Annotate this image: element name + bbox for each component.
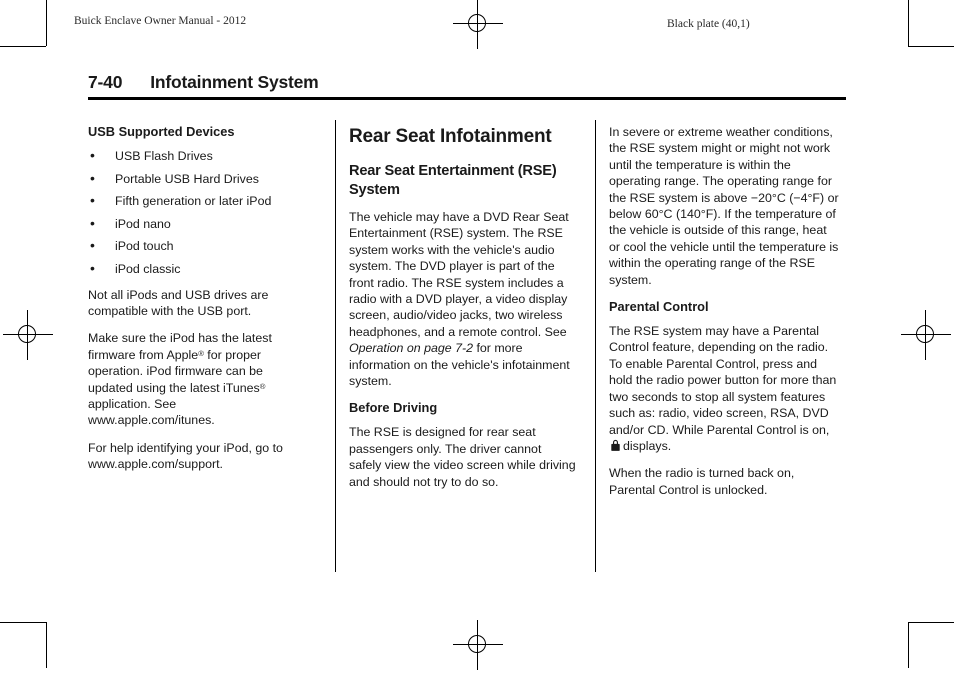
bullet-icon: • [90,192,95,208]
column-three: In severe or extreme weather conditions,… [609,124,841,498]
registration-vertical-line [925,310,926,360]
list-item: • iPod classic [88,259,304,277]
running-head-right: Black plate (40,1) [667,18,750,30]
parental-control-heading: Parental Control [609,299,709,315]
column-divider-1 [335,120,336,572]
crop-mark-top-right-vertical [908,0,909,46]
bullet-icon: • [90,237,95,253]
crop-mark-top-right-horizontal [908,46,954,47]
registration-horizontal-line [901,334,951,335]
page-title: 7-40 Infotainment System [88,72,848,93]
ipod-firmware-text-c: application. See www.apple.com/itunes. [88,396,215,428]
list-item: • Portable USB Hard Drives [88,169,304,187]
registration-mark-top [449,0,507,53]
registered-trademark-icon: ® [259,381,266,391]
crop-mark-top-left-horizontal [0,46,46,47]
list-item-label: Fifth generation or later iPod [115,194,272,208]
column-one: USB Supported Devices • USB Flash Drives… [88,124,304,473]
cross-reference-link[interactable]: Operation on page 7‑2 [349,341,473,355]
weather-conditions-paragraph: In severe or extreme weather conditions,… [609,125,839,287]
bullet-icon: • [90,214,95,231]
list-item-label: iPod classic [115,261,181,276]
registration-mark-bottom [449,616,507,674]
list-item: • Fifth generation or later iPod [88,192,304,209]
list-item: • USB Flash Drives [88,147,304,164]
registration-vertical-line [477,620,478,670]
list-item-label: iPod touch [115,239,174,253]
page-number: 7-40 [88,72,123,92]
page-title-rule [88,97,846,100]
before-driving-heading: Before Driving [349,400,438,416]
before-driving-paragraph: The RSE is designed for rear seat passen… [349,425,576,489]
list-item: • iPod nano [88,214,304,232]
usb-compatibility-paragraph: Not all iPods and USB drives are compati… [88,287,269,318]
list-item: • iPod touch [88,237,304,254]
ipod-firmware-paragraph: Make sure the iPod has the latest firmwa… [88,330,304,428]
registration-mark-left [0,306,57,364]
parental-control-text-b: displays. [623,438,672,453]
rse-overview-paragraph: The vehicle may have a DVD Rear Seat Ent… [349,209,577,389]
lock-icon [610,439,621,452]
bullet-icon: • [90,169,95,186]
crop-mark-bottom-left-horizontal [0,622,46,623]
usb-supported-devices-list: • USB Flash Drives • Portable USB Hard D… [88,147,304,277]
column-two: Rear Seat Infotainment Rear Seat Enterta… [349,124,577,490]
usb-supported-devices-heading: USB Supported Devices [88,124,235,139]
rse-overview-text-a: The vehicle may have a DVD Rear Seat Ent… [349,210,569,339]
list-item-label: iPod nano [115,216,171,231]
registration-horizontal-line [3,334,53,335]
parental-unlock-paragraph: When the radio is turned back on, Parent… [609,466,795,497]
column-divider-2 [595,120,596,572]
page-title-text: Infotainment System [150,72,319,92]
crop-mark-bottom-left-vertical [46,622,47,668]
registration-mark-right [897,306,954,364]
bullet-icon: • [90,147,95,163]
running-head-left: Buick Enclave Owner Manual - 2012 [74,15,247,27]
registration-vertical-line [27,310,28,360]
ipod-help-paragraph: For help identifying your iPod, go to ww… [88,440,283,472]
parental-control-text-a: The RSE system may have a Parental Contr… [609,324,837,437]
rse-system-heading: Rear Seat Entertainment (RSE) System [349,163,557,198]
crop-mark-top-left-vertical [46,0,47,46]
crop-mark-bottom-right-vertical [908,622,909,668]
registration-horizontal-line [453,23,503,24]
crop-mark-bottom-right-horizontal [908,622,954,623]
rear-seat-infotainment-heading: Rear Seat Infotainment [349,126,552,147]
registration-horizontal-line [453,644,503,645]
parental-control-paragraph: The RSE system may have a Parental Contr… [609,323,841,454]
list-item-label: Portable USB Hard Drives [115,171,259,186]
list-item-label: USB Flash Drives [115,149,213,163]
bullet-icon: • [90,259,95,276]
registration-vertical-line [477,0,478,49]
